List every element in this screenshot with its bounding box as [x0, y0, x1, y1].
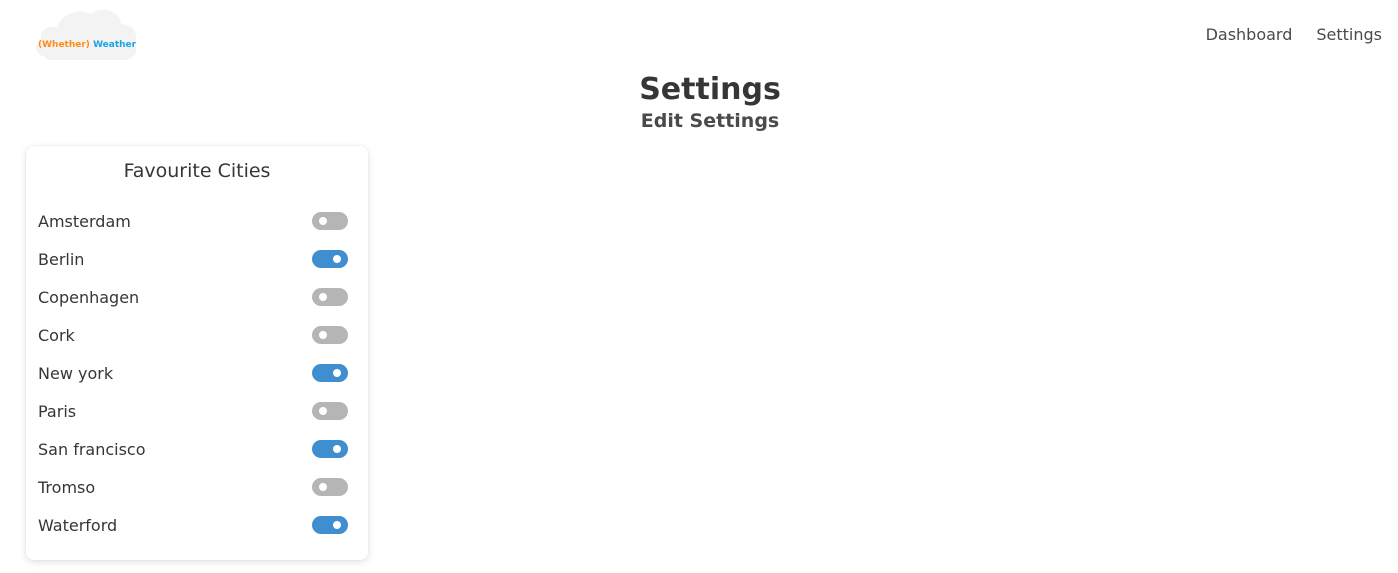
city-row: New york — [38, 359, 348, 387]
toggle-knob — [333, 255, 341, 263]
city-name: Amsterdam — [38, 211, 131, 231]
city-name: New york — [38, 363, 114, 383]
logo-text-weather: Weather — [93, 40, 137, 50]
city-toggle[interactable] — [312, 250, 348, 268]
app-logo[interactable]: (Whether) Weather — [33, 4, 139, 62]
city-name: Copenhagen — [38, 287, 140, 307]
logo-text-whether: (Whether) — [38, 40, 90, 50]
toggle-knob — [319, 483, 327, 491]
cloud-icon — [36, 9, 137, 60]
city-row: Tromso — [38, 473, 348, 501]
city-name: Waterford — [38, 515, 118, 535]
toggle-knob — [319, 331, 327, 339]
toggle-knob — [333, 369, 341, 377]
city-row: Berlin — [38, 245, 348, 273]
city-row: Amsterdam — [38, 207, 348, 235]
city-row: Paris — [38, 397, 348, 425]
city-name: Paris — [38, 401, 77, 421]
city-toggle[interactable] — [312, 402, 348, 420]
city-toggle[interactable] — [312, 516, 348, 534]
card-title: Favourite Cities — [123, 160, 271, 182]
toggle-knob — [333, 445, 341, 453]
city-toggle[interactable] — [312, 364, 348, 382]
city-toggle[interactable] — [312, 212, 348, 230]
city-name: Berlin — [38, 249, 85, 269]
favourite-cities-card: Favourite Cities Amsterdam Berlin Copenh… — [26, 146, 368, 560]
toggle-knob — [333, 521, 341, 529]
city-row: Cork — [38, 321, 348, 349]
city-toggle[interactable] — [312, 478, 348, 496]
nav-settings-link[interactable]: Settings — [1316, 25, 1382, 44]
city-toggle[interactable] — [312, 326, 348, 344]
city-row: San francisco — [38, 435, 348, 463]
city-row: Waterford — [38, 511, 348, 539]
logo-text: (Whether) Weather — [38, 40, 136, 50]
toggle-knob — [319, 217, 327, 225]
top-nav: Dashboard Settings — [1206, 25, 1382, 44]
toggle-knob — [319, 293, 327, 301]
city-name: Cork — [38, 325, 75, 345]
city-name: Tromso — [38, 477, 96, 497]
city-toggle[interactable] — [312, 440, 348, 458]
page-title: Settings — [639, 72, 781, 107]
page-subtitle: Edit Settings — [640, 110, 780, 132]
nav-dashboard-link[interactable]: Dashboard — [1206, 25, 1293, 44]
toggle-knob — [319, 407, 327, 415]
city-row: Copenhagen — [38, 283, 348, 311]
city-toggle[interactable] — [312, 288, 348, 306]
city-name: San francisco — [38, 439, 146, 459]
